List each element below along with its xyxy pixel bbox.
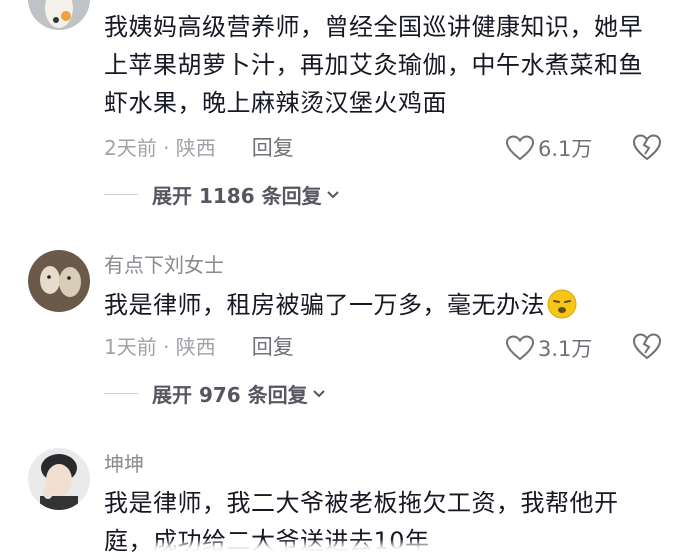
comment-meta: 2天前 · 陕西 回复 — [104, 135, 294, 161]
author-name[interactable]: 有点下刘女士 — [104, 253, 224, 277]
like-count: 3.1万 — [538, 337, 593, 361]
avatar-image — [28, 250, 90, 312]
expand-label: 展开 976 条回复 — [152, 383, 308, 407]
avatar[interactable] — [28, 448, 90, 510]
avatar[interactable] — [28, 250, 90, 312]
expand-replies-button[interactable]: 展开 1186 条回复 — [104, 180, 340, 209]
chevron-down-icon — [326, 190, 339, 198]
divider — [104, 393, 138, 394]
avatar[interactable] — [28, 0, 90, 30]
sleepy-face-emoji — [547, 289, 577, 319]
divider — [104, 194, 138, 195]
chevron-down-icon — [312, 389, 325, 397]
like-button[interactable]: 3.1万 — [506, 333, 592, 363]
like-count: 6.1万 — [538, 137, 593, 161]
comment-text: 我是律师，租房被骗了一万多，毫无办法 — [104, 286, 660, 324]
comment-text: 我姨妈高级营养师，曾经全国巡讲健康知识，她早上苹果胡萝卜汁，再加艾灸瑜伽，中午水… — [104, 13, 643, 117]
time-location: 1天前 · 陕西 — [104, 335, 216, 359]
time-location: 2天前 · 陕西 — [104, 136, 216, 160]
broken-heart-icon[interactable] — [632, 332, 662, 360]
author-name[interactable]: 坤坤 — [104, 452, 144, 476]
reply-button[interactable]: 回复 — [252, 135, 294, 161]
broken-heart-icon[interactable] — [632, 133, 662, 161]
avatar-image — [28, 0, 90, 30]
expand-label: 展开 1186 条回复 — [152, 184, 322, 208]
reply-button[interactable]: 回复 — [252, 334, 294, 360]
fade-overlay — [150, 539, 450, 553]
avatar-image — [28, 448, 90, 510]
heart-outline-icon — [506, 335, 534, 361]
comment-meta: 1天前 · 陕西 回复 — [104, 334, 294, 360]
expand-replies-button[interactable]: 展开 976 条回复 — [104, 379, 326, 408]
comment-text-content: 我是律师，租房被骗了一万多，毫无办法 — [104, 291, 545, 319]
heart-outline-icon — [506, 135, 534, 161]
like-button[interactable]: 6.1万 — [506, 133, 592, 163]
